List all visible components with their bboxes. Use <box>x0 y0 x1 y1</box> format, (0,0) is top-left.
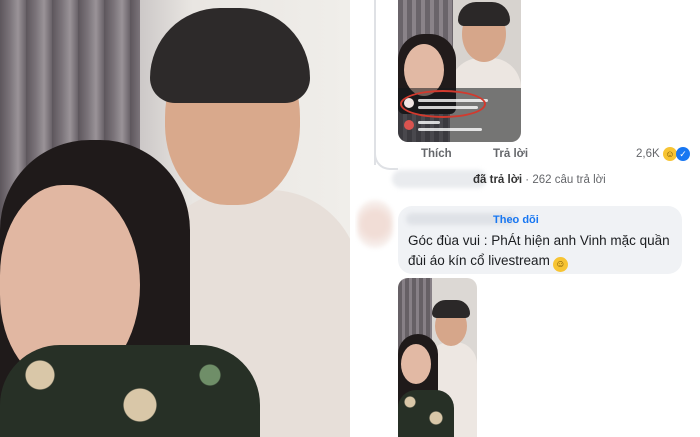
red-highlight-circle <box>400 90 486 118</box>
overlay-avatar-2 <box>404 120 414 130</box>
like-reaction-icon: ✓ <box>676 147 690 161</box>
reply-comment-text: Góc đùa vui : PhÁt hiện anh Vinh mặc quầ… <box>408 231 680 272</box>
reaction-count[interactable]: 2,6K <box>636 148 660 160</box>
thumbnail-man-hair <box>458 2 510 26</box>
thumbnail-woman-face <box>401 344 431 384</box>
reply-count: 262 câu trả lời <box>532 174 606 186</box>
follow-button[interactable]: Theo dõi <box>493 214 539 226</box>
thumbnail-woman-top <box>398 390 454 437</box>
like-button[interactable]: Thích <box>421 148 452 160</box>
collage: Thích Trả lời 2,6K ☺ ✓ đã trả lời · 262 … <box>0 0 700 437</box>
comment-action-row: Thích Trả lời 2,6K ☺ ✓ <box>355 147 700 164</box>
blurred-avatar <box>357 200 393 248</box>
man-hair <box>150 8 310 103</box>
thumbnail-man-hair <box>432 300 470 318</box>
reply-button[interactable]: Trả lời <box>493 148 528 160</box>
laughing-emoji-icon: ☺ <box>552 257 568 272</box>
reply-comment-body: Góc đùa vui : PhÁt hiện anh Vinh mặc quầ… <box>408 233 670 268</box>
livestream-photo <box>0 0 350 437</box>
overlay-text-line <box>418 121 440 124</box>
comment-thread-screenshot: Thích Trả lời 2,6K ☺ ✓ đã trả lời · 262 … <box>355 0 700 437</box>
replied-text: đã trả lời <box>473 174 523 186</box>
overlay-text-line <box>418 128 482 131</box>
reply-comment-bubble: Theo dõi Góc đùa vui : PhÁt hiện anh Vin… <box>398 206 682 274</box>
view-replies-link[interactable]: đã trả lời · 262 câu trả lời <box>473 174 606 186</box>
woman-floral-top <box>0 345 260 437</box>
haha-reaction-icon: ☺ <box>663 147 677 161</box>
reply-image-thumbnail[interactable] <box>398 278 477 437</box>
comment-image-thumbnail[interactable] <box>398 0 521 142</box>
separator-dot: · <box>525 174 530 186</box>
